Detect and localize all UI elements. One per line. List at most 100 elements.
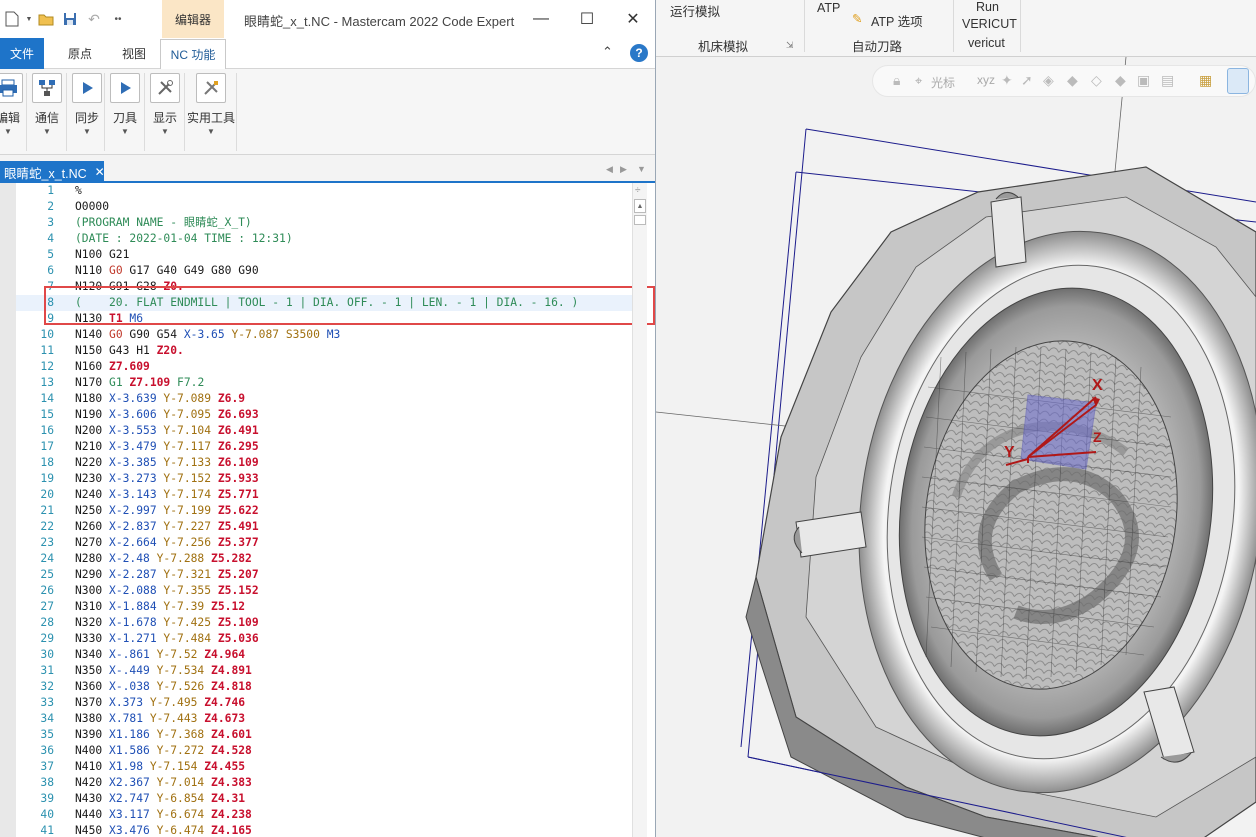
code-line[interactable]: 13 N170 G1 Z7.109 F7.2: [16, 375, 632, 391]
graphics-viewport[interactable]: X Y Z 🔒︎ ⌖ 光标 xyz ✦ ➚ ◈ ◆ ◇ ◆ ▣ ▤ ▦: [656, 57, 1256, 837]
code-line[interactable]: 36 N400 X1.586 Y-7.272 Z4.528: [16, 743, 632, 759]
line-number: 37: [40, 760, 54, 773]
save-icon[interactable]: [58, 8, 82, 30]
run-vericut-line1[interactable]: Run: [976, 0, 999, 14]
code-line[interactable]: 9 N130 T1 M6: [16, 311, 632, 327]
sync-button[interactable]: 同步 ▼: [71, 73, 103, 136]
code-line[interactable]: 26 N300 X-2.088 Y-7.355 Z5.152: [16, 583, 632, 599]
close-tab-icon[interactable]: ✕: [95, 165, 105, 179]
atp-button[interactable]: ATP: [817, 1, 840, 15]
point-snap-icon[interactable]: ✦: [1001, 72, 1013, 89]
chain-icon[interactable]: ◈: [1043, 72, 1054, 89]
code-line[interactable]: 33 N370 X.373 Y-7.495 Z4.746: [16, 695, 632, 711]
help-icon[interactable]: ?: [630, 44, 648, 62]
scroll-up-icon[interactable]: ▲: [634, 199, 646, 213]
nc-code-editor[interactable]: 1% 2 O0000 3 (PROGRAM NAME - 眼睛蛇_X_T) 4 (DATE …: [0, 183, 632, 837]
code-line[interactable]: 30 N340 X-.861 Y-7.52 Z4.964: [16, 647, 632, 663]
code-line[interactable]: 40 N440 X3.117 Y-6.674 Z4.238: [16, 807, 632, 823]
code-line[interactable]: 1%: [16, 183, 632, 199]
dropdown-caret-icon[interactable]: ▼: [24, 8, 34, 30]
lock-icon[interactable]: 🔒︎: [893, 72, 900, 89]
code-line[interactable]: 6 N110 G0 G17 G40 G49 G80 G90: [16, 263, 632, 279]
code-line[interactable]: 39 N430 X2.747 Y-6.854 Z4.31: [16, 791, 632, 807]
code-line[interactable]: 27 N310 X-1.884 Y-7.39 Z5.12: [16, 599, 632, 615]
code-line[interactable]: 5 N100 G21: [16, 247, 632, 263]
code-line[interactable]: 3 (PROGRAM NAME - 眼睛蛇_X_T): [16, 215, 632, 231]
maximize-button[interactable]: ☐: [564, 0, 610, 38]
code-line[interactable]: 28 N320 X-1.678 Y-7.425 Z5.109: [16, 615, 632, 631]
run-vericut-line2[interactable]: VERICUT: [962, 17, 1017, 31]
code-line[interactable]: 11 N150 G43 H1 Z20.: [16, 343, 632, 359]
vertical-scrollbar[interactable]: ÷ ▲: [632, 183, 647, 837]
code-line[interactable]: 25 N290 X-2.287 Y-7.321 Z5.207: [16, 567, 632, 583]
edge-select-icon[interactable]: ▣: [1137, 72, 1150, 89]
tool-button[interactable]: 刀具 ▼: [109, 73, 141, 136]
utilities-button[interactable]: 实用工具 ▼: [187, 73, 235, 136]
code-line[interactable]: 18 N220 X-3.385 Y-7.133 Z6.109: [16, 455, 632, 471]
line-number: 22: [40, 520, 54, 533]
code-line[interactable]: 12 N160 Z7.609: [16, 359, 632, 375]
code-line[interactable]: 23 N270 X-2.664 Y-7.256 Z5.377: [16, 535, 632, 551]
code-line[interactable]: 38 N420 X2.367 Y-7.014 Z4.383: [16, 775, 632, 791]
run-simulation-button[interactable]: 运行模拟: [670, 1, 720, 20]
code-line[interactable]: 19 N230 X-3.273 Y-7.152 Z5.933: [16, 471, 632, 487]
grid-icon[interactable]: ▦: [1199, 72, 1212, 89]
document-tab[interactable]: 眼睛蛇_x_t.NC ✕: [0, 161, 105, 183]
code-line[interactable]: 22 N260 X-2.837 Y-7.227 Z5.491: [16, 519, 632, 535]
cursor-icon[interactable]: ⌖: [915, 73, 922, 89]
minimize-button[interactable]: —: [518, 0, 564, 38]
group-launcher-icon[interactable]: ⇲: [786, 40, 794, 51]
tab-file[interactable]: 文件: [0, 38, 44, 69]
code-line[interactable]: 2 O0000: [16, 199, 632, 215]
scroll-tabs-right-icon[interactable]: ▶: [620, 164, 627, 175]
tab-nc-functions[interactable]: NC 功能: [160, 39, 226, 70]
close-button[interactable]: ✕: [610, 0, 655, 38]
communication-button[interactable]: 通信 ▼: [31, 73, 63, 136]
settings-icon[interactable]: [1227, 68, 1249, 94]
edit-button[interactable]: 编辑 ▼: [0, 73, 24, 136]
scroll-tabs-left-icon[interactable]: ◀: [606, 164, 613, 175]
code-line[interactable]: 29 N330 X-1.271 Y-7.484 Z5.036: [16, 631, 632, 647]
code-line[interactable]: 4 (DATE : 2022-01-04 TIME : 12:31): [16, 231, 632, 247]
code-line[interactable]: 15 N190 X-3.606 Y-7.095 Z6.693: [16, 407, 632, 423]
code-line[interactable]: 35 N390 X1.186 Y-7.368 Z4.601: [16, 727, 632, 743]
body-select-icon[interactable]: ◆: [1115, 72, 1126, 89]
dropdown-caret-icon: ▼: [121, 127, 129, 136]
tab-view[interactable]: 视图: [112, 38, 156, 69]
solid-select-icon[interactable]: ◆: [1067, 72, 1078, 89]
code-line[interactable]: 34 N380 X.781 Y-7.443 Z4.673: [16, 711, 632, 727]
code-line[interactable]: 32 N360 X-.038 Y-7.526 Z4.818: [16, 679, 632, 695]
xyz-icon[interactable]: xyz: [977, 73, 995, 87]
code-token: X3.476: [109, 824, 150, 837]
line-code: N120 G91 G28 Z0.: [75, 279, 184, 295]
code-line[interactable]: 37 N410 X1.98 Y-7.154 Z4.455: [16, 759, 632, 775]
new-file-icon[interactable]: [0, 8, 24, 30]
code-token: Y-6.854: [149, 792, 205, 805]
code-line[interactable]: 21 N250 X-2.997 Y-7.199 Z5.622: [16, 503, 632, 519]
tab-origin[interactable]: 原点: [58, 38, 102, 69]
code-line[interactable]: 16 N200 X-3.553 Y-7.104 Z6.491: [16, 423, 632, 439]
contextual-tab-editor[interactable]: 编辑器: [162, 0, 224, 38]
face-select-icon[interactable]: ◇: [1091, 72, 1102, 89]
cursor-snap-label[interactable]: 光标: [931, 74, 955, 91]
atp-options-button[interactable]: ATP 选项: [871, 11, 923, 30]
tab-list-dropdown-icon[interactable]: ▼: [637, 164, 646, 174]
customize-qat-icon[interactable]: ••: [106, 8, 130, 30]
select-arrow-icon[interactable]: ➚: [1021, 72, 1033, 89]
code-line[interactable]: 17 N210 X-3.479 Y-7.117 Z6.295: [16, 439, 632, 455]
code-line[interactable]: 20 N240 X-3.143 Y-7.174 Z5.771: [16, 487, 632, 503]
code-line[interactable]: 41 N450 X3.476 Y-6.474 Z4.165: [16, 823, 632, 837]
code-line[interactable]: 7 N120 G91 G28 Z0.: [16, 279, 632, 295]
code-line[interactable]: 31 N350 X-.449 Y-7.534 Z4.891: [16, 663, 632, 679]
display-button[interactable]: 显示 ▼: [149, 73, 181, 136]
scrollbar-thumb[interactable]: [634, 215, 646, 225]
code-line[interactable]: 10 N140 G0 G90 G54 X-3.65 Y-7.087 S3500 M…: [16, 327, 632, 343]
split-handle-icon[interactable]: ÷: [635, 185, 641, 196]
code-line[interactable]: 8 ( 20. FLAT ENDMILL | TOOL - 1 | DIA. OF…: [16, 295, 632, 311]
undo-icon[interactable]: ↶: [82, 8, 106, 30]
open-folder-icon[interactable]: [34, 8, 58, 30]
code-line[interactable]: 24 N280 X-2.48 Y-7.288 Z5.282: [16, 551, 632, 567]
filter-icon[interactable]: ▤: [1161, 72, 1174, 89]
code-line[interactable]: 14 N180 X-3.639 Y-7.089 Z6.9: [16, 391, 632, 407]
collapse-ribbon-icon[interactable]: ⌃: [602, 44, 613, 60]
